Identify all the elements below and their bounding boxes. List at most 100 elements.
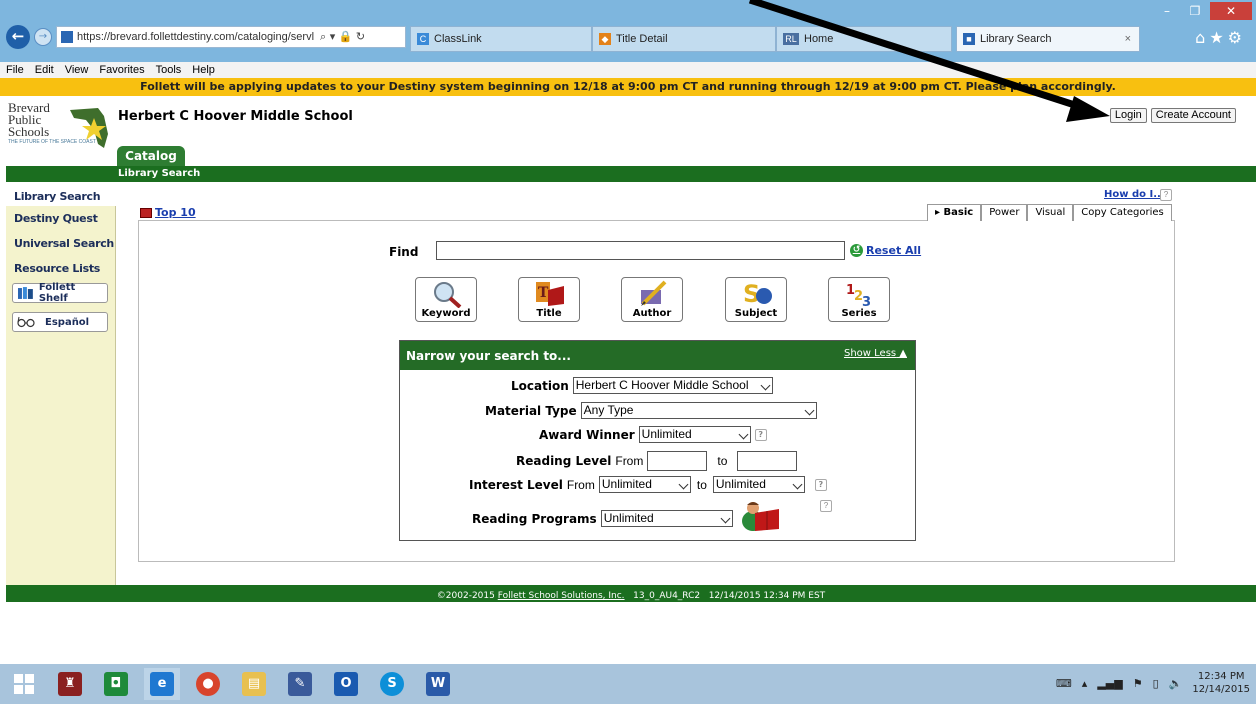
help-icon[interactable]: ? [1160, 189, 1172, 201]
sidebar-item-destiny-quest[interactable]: Destiny Quest [6, 206, 115, 231]
books-icon [17, 287, 33, 299]
reset-icon: ↺ [850, 244, 863, 257]
reading-level-to-input[interactable] [737, 451, 798, 471]
award-winner-select[interactable]: Unlimited [638, 426, 751, 443]
material-type-select[interactable]: Any Type [580, 402, 817, 419]
find-input[interactable] [436, 241, 845, 260]
footer-company-link[interactable]: Follett School Solutions, Inc. [498, 591, 625, 601]
tab-close-icon[interactable]: × [1125, 33, 1131, 45]
how-do-i-link[interactable]: How do I... [1104, 189, 1165, 200]
title-search-button[interactable]: T Title [518, 277, 580, 322]
tab-title-detail[interactable]: ◆ Title Detail [592, 26, 776, 52]
show-less-link[interactable]: Show Less ▲ [844, 348, 907, 359]
menu-help[interactable]: Help [192, 64, 215, 76]
menu-view[interactable]: View [65, 64, 89, 76]
narrow-header: Narrow your search to... Show Less ▲ [400, 341, 915, 370]
volume-icon[interactable]: 🔈 [1169, 677, 1183, 690]
minimize-button[interactable]: – [1154, 2, 1180, 20]
taskbar-app-6[interactable]: ✎ [282, 668, 318, 700]
subject-search-button[interactable]: S Subject [725, 277, 787, 322]
author-search-button[interactable]: Author [621, 277, 683, 322]
back-button[interactable]: ← [6, 25, 30, 49]
title-book-icon: T [536, 282, 564, 306]
sidebar-item-resource-lists[interactable]: Resource Lists [6, 256, 115, 281]
maintenance-notice: Follett will be applying updates to your… [0, 78, 1256, 96]
destiny-icon: ◆ [599, 33, 611, 45]
sidebar-item-library-search[interactable]: Library Search [6, 186, 116, 206]
address-bar[interactable]: https://brevard.follettdestiny.com/catal… [56, 26, 406, 48]
battery-icon[interactable]: ▯ [1153, 677, 1159, 690]
tab-copy-categories[interactable]: Copy Categories [1073, 204, 1172, 221]
forward-button[interactable]: → [34, 28, 52, 46]
login-button[interactable]: Login [1109, 108, 1147, 123]
signal-icon[interactable]: ▂▄▆ [1097, 677, 1122, 690]
menu-favorites[interactable]: Favorites [99, 64, 144, 76]
taskbar-internet-explorer[interactable]: e [144, 668, 180, 700]
sidebar-item-universal-search[interactable]: Universal Search [6, 231, 115, 256]
chrome-icon: ● [196, 672, 220, 696]
interest-to-label: to [696, 477, 707, 492]
sub-nav-label[interactable]: Library Search [118, 168, 200, 179]
reset-all-link[interactable]: ↺ Reset All [850, 244, 921, 257]
window-controls: – ❐ ✕ [1154, 2, 1252, 20]
interest-level-to-select[interactable]: Unlimited [712, 476, 805, 493]
tray-overflow-icon[interactable]: ▴ [1082, 677, 1088, 690]
follett-shelf-button[interactable]: Follett Shelf [12, 282, 108, 304]
taskbar-store[interactable]: ◘ [98, 668, 134, 700]
series-123-icon: 123 [846, 283, 871, 308]
reading-programs-label: Reading Programs [472, 511, 597, 526]
interest-from-label: From [566, 477, 595, 492]
address-url: https://brevard.follettdestiny.com/catal… [77, 31, 315, 43]
reading-programs-row: Reading Programs Unlimited [472, 510, 733, 527]
svg-text:3: 3 [862, 295, 871, 308]
reading-from-label: From [615, 454, 644, 468]
interest-level-from-select[interactable]: Unlimited [598, 476, 691, 493]
menu-tools[interactable]: Tools [156, 64, 182, 76]
top10-link[interactable]: Top 10 [140, 206, 196, 219]
taskbar-outlook[interactable]: O [328, 668, 364, 700]
menu-file[interactable]: File [6, 64, 24, 76]
tab-home[interactable]: RL Home [776, 26, 952, 52]
restore-button[interactable]: ❐ [1182, 2, 1208, 20]
taskbar-word[interactable]: W [420, 668, 456, 700]
toolbar-icons[interactable]: ⌂★⚙ [1195, 28, 1246, 47]
sidebar: Library Search Destiny Quest Universal S… [6, 186, 116, 588]
location-row: Location Herbert C Hoover Middle School [511, 377, 773, 394]
espanol-label: Español [45, 316, 90, 328]
programs-help-icon[interactable]: ? [820, 500, 832, 512]
taskbar-chrome[interactable]: ● [190, 668, 226, 700]
clock-time: 12:34 PM [1197, 671, 1245, 682]
reading-programs-select[interactable]: Unlimited [600, 510, 733, 527]
reading-level-from-input[interactable] [647, 451, 708, 471]
address-controls-icon[interactable]: ⌕ ▾ 🔒 ↻ [320, 30, 365, 44]
create-account-button[interactable]: Create Account [1150, 108, 1236, 123]
tab-power[interactable]: Power [981, 204, 1028, 221]
series-label: Series [841, 308, 877, 319]
menu-edit[interactable]: Edit [35, 64, 54, 76]
close-window-button[interactable]: ✕ [1210, 2, 1252, 20]
tab-basic[interactable]: ▸ Basic [927, 204, 982, 221]
award-help-icon[interactable]: ? [754, 428, 767, 441]
tab-visual[interactable]: Visual [1027, 204, 1074, 221]
location-select[interactable]: Herbert C Hoover Middle School [572, 377, 773, 394]
tab-catalog[interactable]: Catalog [117, 146, 185, 166]
footer-version: 13_0_AU4_RC2 [633, 591, 701, 601]
tab-library-search[interactable]: ■ Library Search × [956, 26, 1140, 52]
series-search-button[interactable]: 123 Series [828, 277, 890, 322]
clock[interactable]: 12:34 PM 12/14/2015 [1192, 670, 1250, 696]
espanol-button[interactable]: Español [12, 312, 108, 332]
search-mode-tabs: ▸ Basic Power Visual Copy Categories [927, 204, 1172, 221]
glasses-icon [17, 316, 35, 328]
taskbar-app-1[interactable]: ♜ [52, 668, 88, 700]
interest-help-icon[interactable]: ? [814, 478, 827, 491]
flag-icon[interactable]: ⚑ [1133, 677, 1143, 690]
site-favicon-icon [61, 31, 73, 43]
folder-icon: ▤ [242, 672, 266, 696]
taskbar-skype[interactable]: S [374, 668, 410, 700]
start-button[interactable] [6, 668, 42, 700]
location-label: Location [511, 378, 569, 393]
keyword-search-button[interactable]: Keyword [415, 277, 477, 322]
keyboard-icon[interactable]: ⌨ [1056, 677, 1072, 690]
tab-classlink[interactable]: C ClassLink [410, 26, 592, 52]
taskbar-explorer[interactable]: ▤ [236, 668, 272, 700]
